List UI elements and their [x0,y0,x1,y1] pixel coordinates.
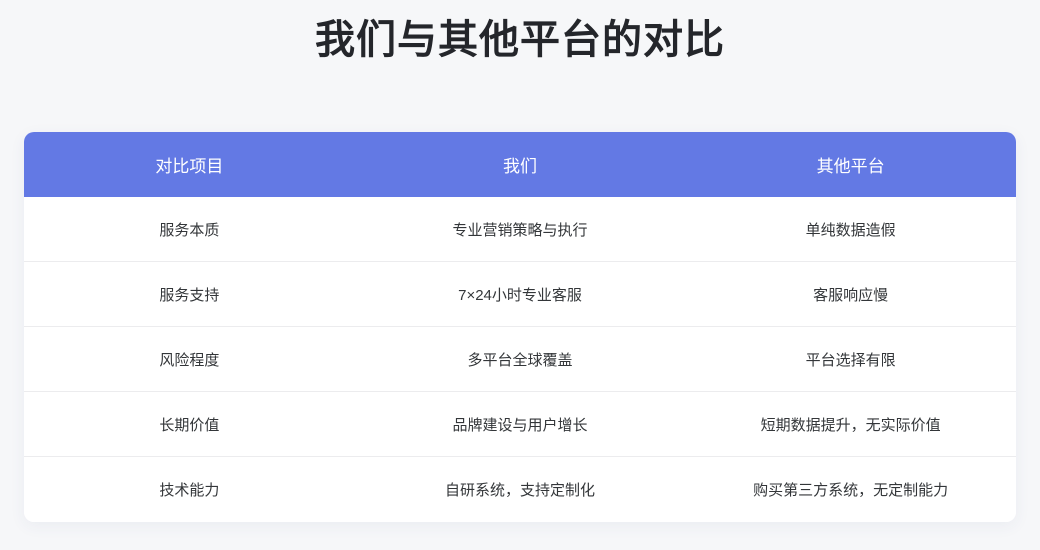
table-header-us: 我们 [503,157,537,176]
table-row: 风险程度 多平台全球覆盖 平台选择有限 [24,327,1016,392]
table-body: 服务本质 专业营销策略与执行 单纯数据造假服务支持 7×24小时专业客服 客服响应慢风险… [24,197,1016,522]
table-cell: 7×24小时专业客服 [458,286,582,304]
table-cell: 专业营销策略与执行 [452,221,588,239]
table-cell: 服务支持 [159,286,220,304]
table-cell: 短期数据提升，无实际价值 [760,416,941,434]
table-header-row: 对比项目 我们 其他平台 [24,132,1016,197]
table-cell: 技术能力 [159,482,220,499]
table-cell: 购买第三方系统，无定制能力 [753,482,949,499]
table-cell: 品牌建设与用户增长 [452,416,588,434]
table-cell: 客服响应慢 [813,286,889,304]
table-header-item: 对比项目 [155,157,224,176]
table-cell: 自研系统，支持定制化 [445,482,596,499]
table-cell: 多平台全球覆盖 [467,351,573,369]
table-cell: 平台选择有限 [805,351,896,369]
table-cell: 服务本质 [159,221,220,239]
table-row: 技术能力 自研系统，支持定制化 购买第三方系统，无定制能力 [24,457,1016,522]
table-header-other-platforms: 其他平台 [816,157,885,176]
table-row: 服务支持 7×24小时专业客服 客服响应慢 [24,262,1016,327]
comparison-page: 我们与其他平台的对比 对比项目 我们 其他平台 服务本质 专业营销策略与执行 单纯数… [0,0,1040,550]
table-cell: 风险程度 [159,351,220,369]
comparison-table: 对比项目 我们 其他平台 服务本质 专业营销策略与执行 单纯数据造假服务支持 7×24… [24,132,1016,522]
page-title: 我们与其他平台的对比 [315,18,725,62]
table-cell: 长期价值 [159,416,220,434]
table-cell: 单纯数据造假 [805,221,896,239]
table-row: 长期价值 品牌建设与用户增长 短期数据提升，无实际价值 [24,392,1016,457]
table-row: 服务本质 专业营销策略与执行 单纯数据造假 [24,197,1016,262]
